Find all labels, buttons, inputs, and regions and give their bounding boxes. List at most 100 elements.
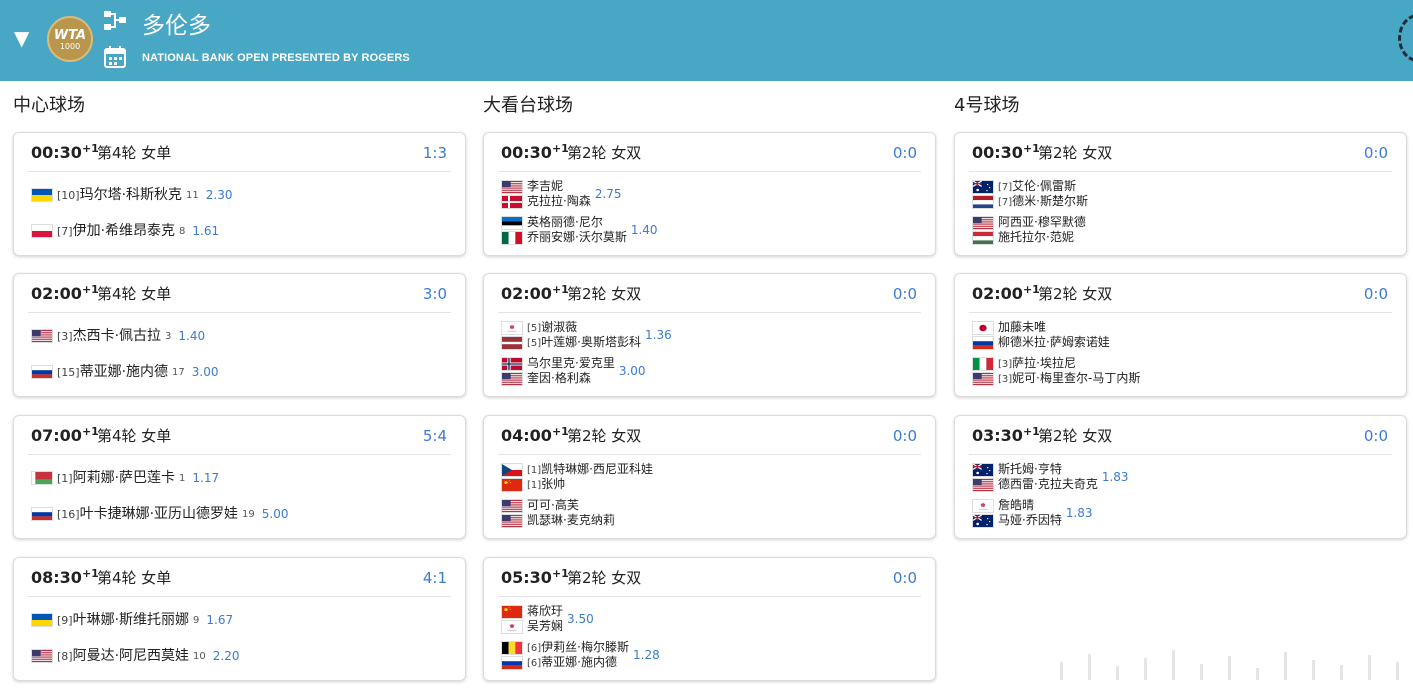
player-name[interactable]: 蒋欣玗 (527, 604, 563, 619)
team-player[interactable]: 加藤未唯 (972, 320, 1110, 335)
team-row[interactable]: [5]谢淑薇 [5]叶莲娜·奥斯塔彭科 1.36 (501, 318, 672, 352)
player-row[interactable]: [3]杰西卡·佩古拉 3 1.40 (31, 318, 205, 354)
player-name[interactable]: 可可·高芙 (527, 498, 579, 513)
team-row[interactable]: 蒋欣玗 吴芳娴 3.50 (501, 602, 594, 636)
team-row[interactable]: 斯托姆·亨特 德西雷·克拉夫奇克 1.83 (972, 460, 1129, 494)
player-name[interactable]: [10]玛尔塔·科斯秋克 (57, 186, 182, 205)
player-odds[interactable]: 2.30 (206, 188, 233, 202)
team-player[interactable]: 斯托姆·亨特 (972, 462, 1098, 477)
match-score[interactable]: 0:0 (1364, 284, 1388, 304)
player-name[interactable]: 李吉妮 (527, 179, 563, 194)
match-score[interactable]: 0:0 (893, 143, 917, 163)
team-odds[interactable]: 2.75 (595, 187, 622, 201)
match-card[interactable]: 00:30+1 第4轮 女单 1:3 [10]玛尔塔·科斯秋克 11 2.30 [7]伊加·… (13, 132, 466, 256)
player-odds[interactable]: 1.67 (206, 613, 233, 627)
player-row[interactable]: [8]阿曼达·阿尼西莫娃 10 2.20 (31, 638, 240, 674)
team-player[interactable]: [3]萨拉·埃拉尼 (972, 356, 1140, 371)
team-player[interactable]: [1]张帅 (501, 477, 653, 492)
team-player[interactable]: 可可·高芙 (501, 498, 615, 513)
team-player[interactable]: 詹皓晴 (972, 498, 1062, 513)
team-player[interactable]: 施托拉尔·范妮 (972, 230, 1086, 245)
team-row[interactable]: 乌尔里克·爱克里 奎因·格利森 3.00 (501, 354, 646, 388)
team-player[interactable]: [7]德米·斯楚尔斯 (972, 194, 1088, 209)
player-odds[interactable]: 2.20 (213, 649, 240, 663)
team-row[interactable]: 英格丽德·尼尔 乔丽安娜·沃尔莫斯 1.40 (501, 213, 658, 247)
collapse-toggle-icon[interactable]: ▼ (14, 28, 29, 48)
player-name[interactable]: 加藤未唯 (998, 320, 1046, 335)
player-odds[interactable]: 5.00 (262, 507, 289, 521)
player-name[interactable]: 乌尔里克·爱克里 (527, 356, 615, 371)
team-row[interactable]: [1]凯特琳娜·西尼亚科娃 [1]张帅 (501, 460, 653, 494)
match-score[interactable]: 4:1 (423, 568, 447, 588)
team-player[interactable]: [3]妮可·梅里查尔-马丁内斯 (972, 371, 1140, 386)
player-name[interactable]: 柳德米拉·萨姆索诺娃 (998, 335, 1110, 350)
team-row[interactable]: [7]艾伦·佩雷斯 [7]德米·斯楚尔斯 (972, 177, 1088, 211)
team-player[interactable]: 蒋欣玗 (501, 604, 563, 619)
match-score[interactable]: 5:4 (423, 426, 447, 446)
player-row[interactable]: [1]阿莉娜·萨巴莲卡 1 1.17 (31, 460, 219, 496)
match-score[interactable]: 0:0 (1364, 426, 1388, 446)
match-card[interactable]: 00:30+1 第2轮 女双 0:0 李吉妮 克拉拉·陶森 2.75 英格丽德·尼尔 乔丽安娜… (483, 132, 936, 256)
player-name[interactable]: [1]阿莉娜·萨巴莲卡 (57, 469, 175, 488)
match-card[interactable]: 02:00+1 第4轮 女单 3:0 [3]杰西卡·佩古拉 3 1.40 [15]蒂亚娜·施… (13, 273, 466, 397)
player-name[interactable]: [5]谢淑薇 (527, 320, 577, 336)
player-name[interactable]: 乔丽安娜·沃尔莫斯 (527, 230, 627, 245)
team-player[interactable]: [5]谢淑薇 (501, 320, 641, 335)
team-player[interactable]: 凯瑟琳·麦克纳莉 (501, 513, 615, 528)
team-player[interactable]: 乔丽安娜·沃尔莫斯 (501, 230, 627, 245)
player-odds[interactable]: 1.61 (192, 224, 219, 238)
player-name[interactable]: 马娅·乔因特 (998, 513, 1062, 528)
match-score[interactable]: 0:0 (1364, 143, 1388, 163)
team-odds[interactable]: 1.83 (1102, 470, 1129, 484)
team-odds[interactable]: 1.40 (631, 223, 658, 237)
player-name[interactable]: 斯托姆·亨特 (998, 462, 1062, 477)
player-name[interactable]: [9]叶琳娜·斯维托丽娜 (57, 611, 189, 630)
match-score[interactable]: 1:3 (423, 143, 447, 163)
player-row[interactable]: [9]叶琳娜·斯维托丽娜 9 1.67 (31, 602, 233, 638)
team-row[interactable]: 阿西亚·穆罕默德 施托拉尔·范妮 (972, 213, 1086, 247)
player-name[interactable]: 吴芳娴 (527, 619, 563, 634)
player-name[interactable]: [7]伊加·希维昂泰克 (57, 222, 175, 241)
team-row[interactable]: 加藤未唯 柳德米拉·萨姆索诺娃 (972, 318, 1110, 352)
team-player[interactable]: 德西雷·克拉夫奇克 (972, 477, 1098, 492)
player-row[interactable]: [16]叶卡捷琳娜·亚历山德罗娃 19 5.00 (31, 496, 289, 532)
player-odds[interactable]: 1.17 (192, 471, 219, 485)
player-row[interactable]: [7]伊加·希维昂泰克 8 1.61 (31, 213, 219, 249)
player-name[interactable]: 凯瑟琳·麦克纳莉 (527, 513, 615, 528)
player-name[interactable]: 英格丽德·尼尔 (527, 215, 603, 230)
player-name[interactable]: [6]伊莉丝·梅尔滕斯 (527, 640, 629, 656)
team-player[interactable]: [7]艾伦·佩雷斯 (972, 179, 1088, 194)
player-name[interactable]: [5]叶莲娜·奥斯塔彭科 (527, 335, 641, 351)
player-row[interactable]: [15]蒂亚娜·施内德 17 3.00 (31, 354, 219, 390)
player-name[interactable]: 克拉拉·陶森 (527, 194, 591, 209)
match-card[interactable]: 02:00+1 第2轮 女双 0:0 [5]谢淑薇 [5]叶莲娜·奥斯塔彭科 1.36 乌尔… (483, 273, 936, 397)
match-score[interactable]: 3:0 (423, 284, 447, 304)
team-player[interactable]: [5]叶莲娜·奥斯塔彭科 (501, 335, 641, 350)
match-card[interactable]: 02:00+1 第2轮 女双 0:0 加藤未唯 柳德米拉·萨姆索诺娃 [3]萨拉·埃拉尼[… (954, 273, 1407, 397)
draw-bracket-icon[interactable] (103, 9, 127, 33)
match-card[interactable]: 00:30+1 第2轮 女双 0:0 [7]艾伦·佩雷斯 [7]德米·斯楚尔斯 阿西亚·穆… (954, 132, 1407, 256)
team-player[interactable]: 奎因·格利森 (501, 371, 615, 386)
player-name[interactable]: [8]阿曼达·阿尼西莫娃 (57, 647, 189, 666)
match-card[interactable]: 07:00+1 第4轮 女单 5:4 [1]阿莉娜·萨巴莲卡 1 1.17 [16]叶卡捷琳… (13, 415, 466, 539)
player-name[interactable]: [3]萨拉·埃拉尼 (998, 356, 1076, 372)
team-player[interactable]: 马娅·乔因特 (972, 513, 1062, 528)
player-name[interactable]: 奎因·格利森 (527, 371, 591, 386)
team-player[interactable]: 柳德米拉·萨姆索诺娃 (972, 335, 1110, 350)
team-row[interactable]: [6]伊莉丝·梅尔滕斯 [6]蒂亚娜·施内德 1.28 (501, 638, 660, 672)
player-name[interactable]: [1]凯特琳娜·西尼亚科娃 (527, 462, 653, 478)
team-player[interactable]: 英格丽德·尼尔 (501, 215, 627, 230)
player-odds[interactable]: 3.00 (192, 365, 219, 379)
match-card[interactable]: 03:30+1 第2轮 女双 0:0 斯托姆·亨特 德西雷·克拉夫奇克 1.83 詹皓晴 马娅… (954, 415, 1407, 539)
player-name[interactable]: [3]妮可·梅里查尔-马丁内斯 (998, 371, 1140, 387)
player-name[interactable]: 阿西亚·穆罕默德 (998, 215, 1086, 230)
match-score[interactable]: 0:0 (893, 426, 917, 446)
player-odds[interactable]: 1.40 (178, 329, 205, 343)
match-card[interactable]: 08:30+1 第4轮 女单 4:1 [9]叶琳娜·斯维托丽娜 9 1.67 [8]阿曼达·… (13, 557, 466, 681)
team-player[interactable]: [1]凯特琳娜·西尼亚科娃 (501, 462, 653, 477)
team-odds[interactable]: 3.00 (619, 364, 646, 378)
team-row[interactable]: 詹皓晴 马娅·乔因特 1.83 (972, 496, 1093, 530)
player-row[interactable]: [10]玛尔塔·科斯秋克 11 2.30 (31, 177, 233, 213)
match-score[interactable]: 0:0 (893, 568, 917, 588)
player-name[interactable]: [3]杰西卡·佩古拉 (57, 327, 161, 346)
